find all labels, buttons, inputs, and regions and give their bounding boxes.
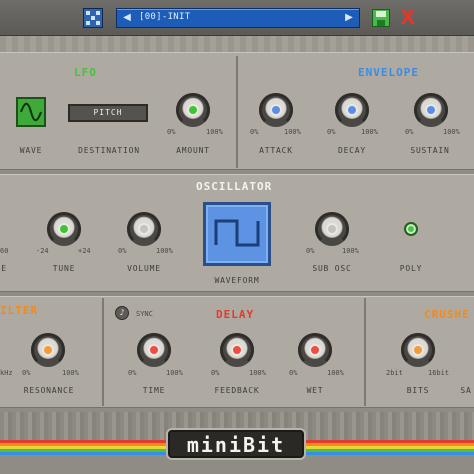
sub-osc-label: SUB OSC — [312, 264, 352, 273]
cutoff-label-edge: E — [1, 264, 7, 273]
tune-min: -24 — [36, 247, 49, 255]
tune-knob[interactable] — [47, 212, 81, 246]
tune-max: +24 — [78, 247, 91, 255]
sustain-label: SUSTAIN — [410, 146, 450, 155]
poly-toggle[interactable] — [404, 222, 418, 236]
sub-osc-knob[interactable] — [315, 212, 349, 246]
resonance-knob[interactable] — [31, 333, 65, 367]
cutoff-scale-edge: 60 — [0, 247, 9, 255]
attack-max: 100% — [284, 128, 301, 136]
filter-edge-scale: kHz — [0, 369, 13, 377]
attack-label: ATTACK — [259, 146, 293, 155]
sustain-max: 100% — [443, 128, 460, 136]
sine-wave-icon — [20, 102, 42, 122]
tune-label: TUNE — [52, 264, 76, 273]
bits-max: 16bit — [428, 369, 450, 377]
filter-delay-divider — [102, 298, 104, 406]
lfo-title: LFO — [74, 66, 97, 79]
floppy-disk-icon[interactable] — [372, 9, 390, 27]
sync-label: SYNC — [136, 310, 153, 318]
bits-min: 2bit — [386, 369, 403, 377]
preset-selector[interactable]: ◀ [00]-INIT ▶ — [116, 8, 360, 28]
feedback-knob[interactable] — [220, 333, 254, 367]
bits-label: BITS — [406, 386, 430, 395]
decay-max: 100% — [361, 128, 378, 136]
volume-min: 0% — [118, 247, 127, 255]
wet-label: WET — [306, 386, 324, 395]
time-max: 100% — [166, 369, 183, 377]
poly-label: POLY — [399, 264, 423, 273]
bits-knob[interactable] — [401, 333, 435, 367]
panel-divider — [236, 56, 238, 168]
previous-preset-arrow-icon[interactable]: ◀ — [119, 10, 135, 26]
sub-osc-max: 100% — [342, 247, 359, 255]
volume-knob[interactable] — [127, 212, 161, 246]
delay-title: DELAY — [216, 308, 255, 321]
sustain-min: 0% — [405, 128, 414, 136]
time-label: TIME — [142, 386, 166, 395]
lfo-amount-label: AMOUNT — [176, 146, 210, 155]
volume-label: VOLUME — [127, 264, 161, 273]
sub-osc-min: 0% — [306, 247, 315, 255]
feedback-label: FEEDBACK — [214, 386, 260, 395]
note-icon[interactable]: ♪ — [115, 306, 129, 320]
attack-knob[interactable] — [259, 93, 293, 127]
wet-knob[interactable] — [298, 333, 332, 367]
decorative-stripe — [0, 36, 474, 52]
waveform-label: WAVEFORM — [214, 276, 260, 285]
volume-max: 100% — [156, 247, 173, 255]
lfo-wave-label: WAVE — [19, 146, 43, 155]
lfo-destination-select[interactable]: PITCH — [68, 104, 148, 122]
delay-time-knob[interactable] — [137, 333, 171, 367]
feedback-max: 100% — [249, 369, 266, 377]
next-preset-arrow-icon[interactable]: ▶ — [341, 10, 357, 26]
decay-knob[interactable] — [335, 93, 369, 127]
lfo-amount-max: 100% — [206, 128, 223, 136]
filter-title: ILTER — [0, 304, 39, 317]
time-min: 0% — [128, 369, 137, 377]
logo-text: miniBit — [186, 433, 286, 457]
waveform-select-button[interactable] — [203, 202, 271, 266]
feedback-min: 0% — [211, 369, 220, 377]
crusher-title: CRUSHE — [424, 308, 470, 321]
wet-min: 0% — [289, 369, 298, 377]
sustain-knob[interactable] — [414, 93, 448, 127]
lfo-amount-min: 0% — [167, 128, 176, 136]
attack-min: 0% — [250, 128, 259, 136]
minibit-logo: miniBit — [166, 428, 306, 460]
decay-min: 0% — [327, 128, 336, 136]
wet-max: 100% — [327, 369, 344, 377]
resonance-min: 0% — [22, 369, 31, 377]
lfo-amount-knob[interactable] — [176, 93, 210, 127]
decay-label: DECAY — [337, 146, 367, 155]
envelope-title: ENVELOPE — [358, 66, 419, 79]
lfo-destination-label: DESTINATION — [78, 146, 140, 155]
close-icon[interactable]: X — [398, 6, 418, 28]
square-wave-icon — [214, 219, 260, 247]
preset-bar: ◀ [00]-INIT ▶ X — [0, 0, 474, 36]
preset-name: [00]-INIT — [139, 12, 191, 22]
delay-crusher-divider — [364, 298, 366, 406]
oscillator-title: OSCILLATOR — [196, 180, 273, 193]
resonance-label: RESONANCE — [23, 386, 75, 395]
grid-menu-icon[interactable] — [83, 8, 103, 28]
minibit-plugin-window: ◀ [00]-INIT ▶ X LFO WAVE PITCH DESTINATI… — [0, 0, 474, 474]
resonance-max: 100% — [62, 369, 79, 377]
lfo-wave-button[interactable] — [16, 97, 46, 127]
sample-rate-label-edge: SA — [460, 386, 472, 395]
